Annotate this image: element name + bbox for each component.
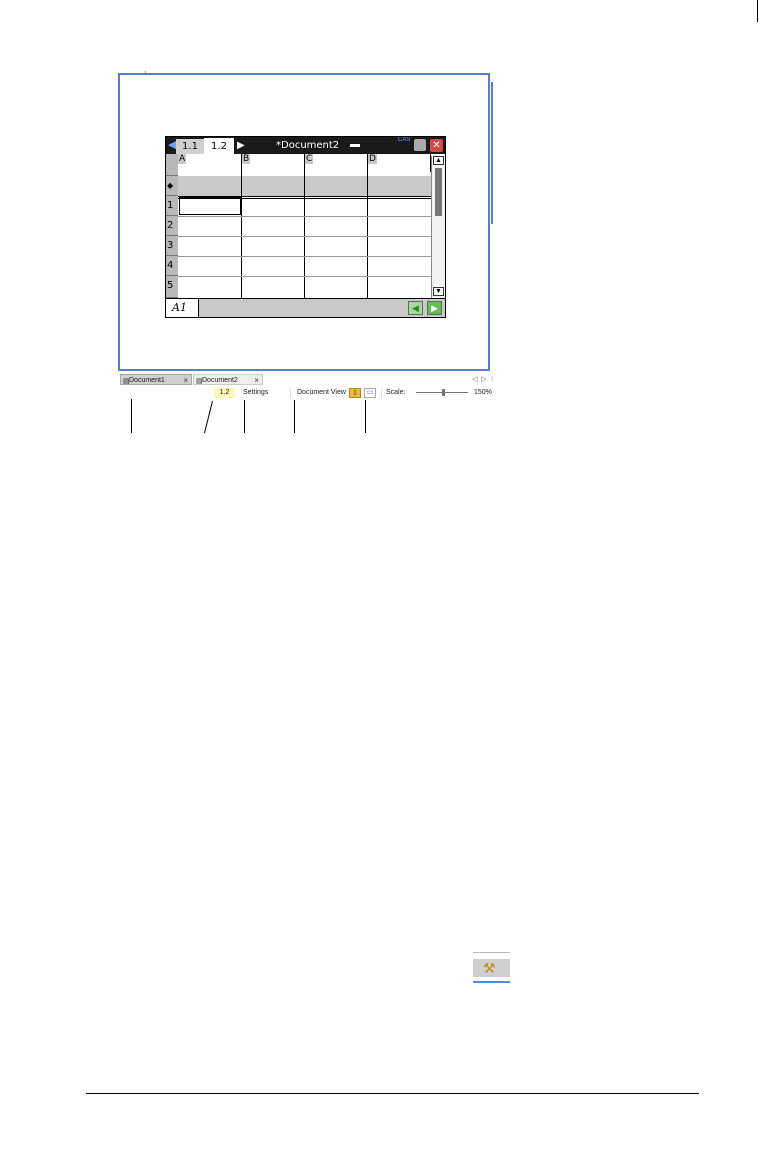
scroll-thumb[interactable] [435,168,442,216]
document-tab-label: Document1 [129,377,165,384]
callout-line [204,401,213,434]
document-menu-icon[interactable]: ▬ [350,138,360,152]
column-label: C [305,154,314,164]
corner-cell [166,154,178,176]
callout-line [131,399,132,433]
battery-icon [414,139,426,151]
grid-line [178,216,431,217]
row-header-2[interactable]: 2 [166,216,178,236]
nav-right-icon[interactable]: ▶ [427,301,442,315]
row-header-5[interactable]: 5 [166,276,178,298]
document-view-label: Document View [297,389,346,396]
column-label: D [368,154,377,164]
column-header-d[interactable]: D [368,154,431,172]
column-label: B [242,154,251,164]
tabs-scroll-left-icon[interactable]: ◁ [472,374,477,385]
callout-line [244,400,245,433]
page-right-arrow-icon[interactable]: ▶ [237,138,245,153]
scale-label: Scale: [386,389,406,396]
grid-line [178,256,431,257]
tabs-more-icon[interactable]: ⁝ [491,374,493,385]
divider [381,388,382,398]
column-header-b[interactable]: B [242,154,305,172]
scroll-down-icon[interactable]: ▼ [433,287,444,296]
row-header-1[interactable]: 1 [166,196,178,216]
wrench-hammer-icon: ⚒ [483,960,496,976]
tabs-scroll-right-icon[interactable]: ▷ [481,374,486,385]
selected-cell-a1[interactable] [179,197,241,215]
document-tab-label: Document2 [202,377,238,384]
callout-line [365,400,366,433]
row-header-3[interactable]: 3 [166,236,178,256]
handheld-view-icon[interactable]: ▯ [349,388,361,398]
document-tab-1[interactable]: ▤ Document1 × [120,374,192,385]
tools-icon-background: ⚒ [473,959,510,977]
scale-slider-thumb[interactable] [442,389,445,396]
top-margin-rule [757,0,758,22]
handheld-status-bar: A1 ◀ ▶ [166,298,445,317]
divider [290,388,291,398]
spreadsheet-grid: A B C D ◆ 1 2 3 4 5 [166,154,431,298]
column-header-c[interactable]: C [305,154,368,172]
grid-line [178,276,431,277]
page-number: 1.2 [214,388,235,398]
workspace-edge [491,82,493,224]
close-icon[interactable]: ✕ [430,139,443,152]
scroll-up-icon[interactable]: ▲ [433,156,444,165]
document-icon: ▤ [196,378,203,385]
status-bar: 1.2 Settings Document View ▯ ▭ Scale: 15… [120,387,497,399]
footer-rule [86,1093,699,1094]
document-tabs-bar: ▤ Document1 × ▤ Document2 × ◁ ▷ ⁝ [120,374,497,385]
handheld-top-bar: ◀ 1.1 1.2 ▶ *Document2 ▬ CAS ✕ [166,137,445,155]
handheld-screen: ◀ 1.1 1.2 ▶ *Document2 ▬ CAS ✕ A B C D ◆… [165,136,446,318]
cas-indicator: CAS [398,137,411,143]
callout-line [294,400,295,433]
scale-value: 150% [474,389,492,396]
nav-left-icon[interactable]: ◀ [408,301,423,315]
row-header-4[interactable]: 4 [166,256,178,276]
close-tab-icon[interactable]: × [254,375,259,386]
tools-icon[interactable]: ⚒ [473,952,510,983]
close-tab-icon[interactable]: × [183,375,188,386]
formula-row-marker: ◆ [166,176,178,196]
document-icon: ▤ [123,378,130,385]
grid-line [178,236,431,237]
document-tab-2[interactable]: ▤ Document2 × [193,374,263,385]
settings-button[interactable]: Settings [243,387,268,399]
cell-reference: A1 [166,299,199,317]
tab-page-1-1[interactable]: 1.1 [176,139,204,154]
vertical-scrollbar[interactable]: ▲ ▼ [431,156,445,298]
column-header-a[interactable]: A [178,154,242,172]
computer-view-icon[interactable]: ▭ [364,388,376,398]
tab-page-1-2[interactable]: 1.2 [204,138,234,155]
column-label: A [178,154,187,164]
